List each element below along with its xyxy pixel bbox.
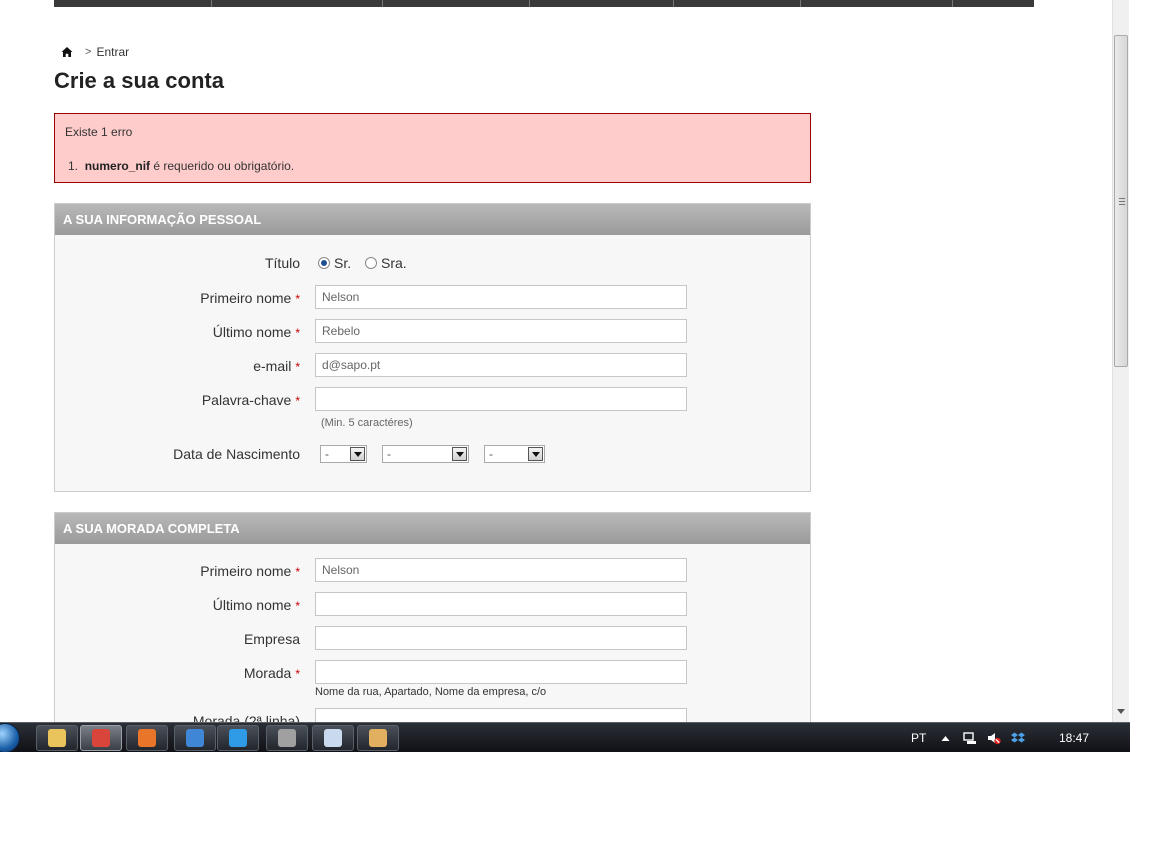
mail-icon [186, 729, 204, 747]
password-input[interactable] [315, 387, 687, 411]
nav-item[interactable] [801, 0, 953, 7]
error-heading: Existe 1 erro [65, 125, 133, 139]
taskbar-button-notepad[interactable] [312, 725, 354, 751]
personal-info-panel: A SUA INFORMAÇÃO PESSOAL Título Sr. Sra.… [54, 203, 811, 492]
address-label: Morada * [243, 665, 300, 681]
nav-item[interactable] [383, 0, 530, 7]
birth-month-select[interactable]: - [382, 445, 469, 463]
address-last-name-input[interactable] [315, 592, 687, 616]
vertical-scrollbar[interactable] [1112, 0, 1129, 722]
network-icon[interactable] [963, 731, 977, 745]
paint-icon [369, 729, 387, 747]
address-header: A SUA MORADA COMPLETA [55, 513, 810, 544]
browser-viewport: > Entrar Crie a sua conta Existe 1 erro … [0, 0, 1112, 722]
screen: > Entrar Crie a sua conta Existe 1 erro … [0, 0, 1130, 752]
breadcrumb-current: Entrar [96, 45, 130, 59]
title-radio-sr[interactable]: Sr. [318, 255, 351, 271]
error-item: 1. numero_nif é requerido ou obrigatório… [68, 159, 294, 173]
address-first-name-input[interactable]: Nelson [315, 558, 687, 582]
scrollbar-thumb[interactable] [1114, 35, 1128, 367]
personal-info-header: A SUA INFORMAÇÃO PESSOAL [55, 204, 810, 235]
ie-icon [229, 729, 247, 747]
top-navigation-bar [54, 0, 1034, 7]
password-row: Palavra-chave * [55, 387, 810, 411]
last-name-input[interactable]: Rebelo [315, 319, 687, 343]
company-row: Empresa [55, 626, 810, 650]
taskbar-button-search-tool[interactable] [266, 725, 308, 751]
firefox-icon [138, 729, 156, 747]
breadcrumb: > Entrar [61, 45, 129, 59]
title-row: Título Sr. Sra. [55, 250, 810, 274]
radio-selected-icon[interactable] [318, 257, 330, 269]
notepad-icon [324, 729, 342, 747]
address-last-name-row: Último nome * [55, 592, 810, 616]
address2-label: Morada (2ª linha) [192, 713, 300, 722]
password-label: Palavra-chave * [201, 392, 300, 408]
title-radio-sra[interactable]: Sra. [365, 255, 407, 271]
chrome-icon [92, 729, 110, 747]
scrollbar-grip-icon [1119, 198, 1125, 205]
birth-date-row: Data de Nascimento - - - [55, 445, 810, 469]
taskbar-button-mail[interactable] [174, 725, 216, 751]
nav-item[interactable] [674, 0, 801, 7]
taskbar-button-paint[interactable] [357, 725, 399, 751]
language-indicator[interactable]: PT [911, 723, 926, 752]
show-hidden-icons-icon[interactable] [941, 734, 950, 743]
address-panel: A SUA MORADA COMPLETA Primeiro nome * Nel… [54, 512, 811, 722]
address2-input[interactable] [315, 708, 687, 722]
chevron-down-icon[interactable] [452, 447, 467, 461]
breadcrumb-separator: > [85, 46, 92, 58]
birth-date-label: Data de Nascimento [173, 446, 300, 462]
address-last-name-label: Último nome * [212, 597, 300, 613]
address-first-name-label: Primeiro nome * [200, 563, 300, 579]
nav-item[interactable] [212, 0, 383, 7]
nav-item[interactable] [54, 0, 212, 7]
scroll-down-arrow-icon[interactable] [1117, 709, 1125, 714]
volume-muted-icon[interactable] [987, 731, 1001, 745]
email-input[interactable]: d@sapo.pt [315, 353, 687, 377]
address2-row: Morada (2ª linha) [55, 708, 810, 722]
address-first-name-row: Primeiro nome * Nelson [55, 558, 810, 582]
address-input[interactable] [315, 660, 687, 684]
taskbar: PT 18:47 [0, 722, 1130, 752]
chevron-down-icon[interactable] [350, 447, 365, 461]
last-name-label: Último nome * [212, 324, 300, 340]
search-tool-icon [278, 729, 296, 747]
address-row: Morada * [55, 660, 810, 684]
address-hint: Nome da rua, Apartado, Nome da empresa, … [315, 686, 547, 698]
error-field: numero_nif [84, 159, 151, 173]
last-name-row: Último nome * Rebelo [55, 319, 810, 343]
error-box: Existe 1 erro 1. numero_nif é requerido … [54, 113, 811, 183]
company-input[interactable] [315, 626, 687, 650]
first-name-label: Primeiro nome * [200, 290, 300, 306]
email-row: e-mail * d@sapo.pt [55, 353, 810, 377]
page-title: Crie a sua conta [54, 68, 224, 93]
birth-year-select[interactable]: - [484, 445, 545, 463]
birth-day-select[interactable]: - [320, 445, 367, 463]
dropbox-icon[interactable] [1011, 731, 1025, 745]
error-number: 1. [68, 159, 79, 173]
company-label: Empresa [243, 631, 300, 647]
taskbar-button-ie[interactable] [217, 725, 259, 751]
first-name-input[interactable]: Nelson [315, 285, 687, 309]
nav-item[interactable] [953, 0, 1034, 7]
taskbar-button-firefox[interactable] [126, 725, 168, 751]
title-label: Título [264, 255, 300, 271]
clock[interactable]: 18:47 [1059, 723, 1089, 752]
home-icon[interactable] [61, 46, 73, 58]
chevron-down-icon[interactable] [528, 447, 543, 461]
start-button[interactable] [0, 723, 20, 752]
password-hint: (Min. 5 caractéres) [321, 417, 413, 429]
error-message: é requerido ou obrigatório. [150, 159, 295, 173]
email-label: e-mail * [253, 358, 300, 374]
radio-unselected-icon[interactable] [365, 257, 377, 269]
first-name-row: Primeiro nome * Nelson [55, 285, 810, 309]
taskbar-button-explorer[interactable] [36, 725, 78, 751]
nav-item[interactable] [530, 0, 674, 7]
explorer-icon [48, 729, 66, 747]
taskbar-button-chrome[interactable] [80, 725, 122, 751]
